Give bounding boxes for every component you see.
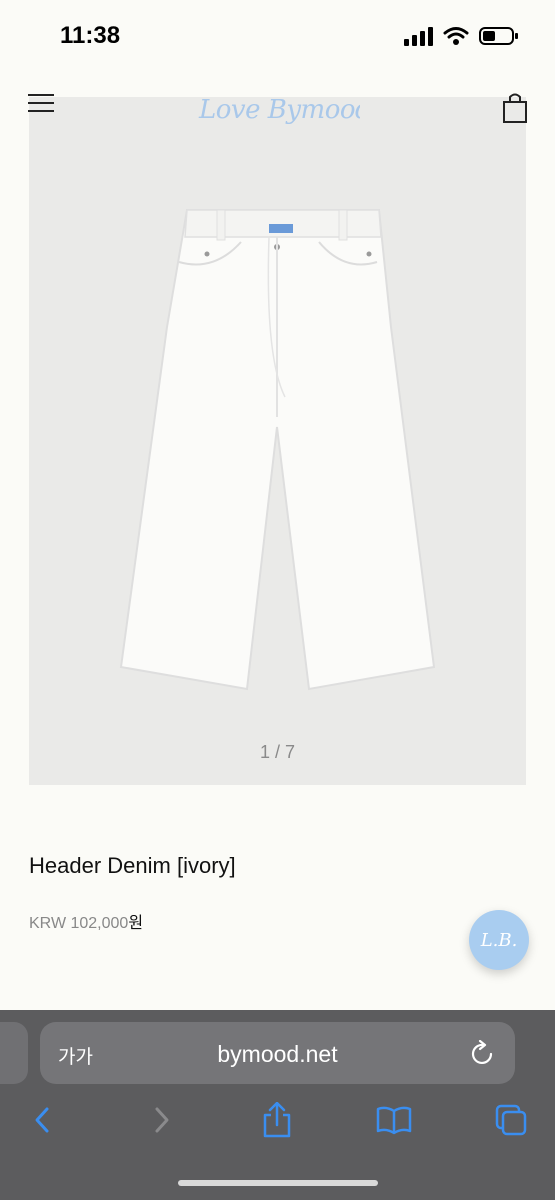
status-icons	[403, 26, 519, 46]
chat-logo-text: L.B.	[480, 929, 518, 951]
cellular-signal-icon	[404, 27, 433, 46]
reload-icon[interactable]	[470, 1040, 496, 1068]
chevron-left-icon	[35, 1107, 49, 1133]
status-time: 11:38	[60, 22, 121, 49]
wifi-icon	[443, 27, 469, 45]
home-indicator	[178, 1180, 378, 1186]
chat-button[interactable]: L.B.	[469, 910, 529, 970]
image-counter: 1 / 7	[259, 742, 296, 762]
product-image[interactable]: 1 / 7	[29, 97, 526, 785]
bookmarks-button[interactable]	[374, 1100, 414, 1140]
shopping-bag-icon[interactable]	[502, 92, 528, 124]
share-button[interactable]	[257, 1100, 297, 1140]
forward-button[interactable]	[142, 1100, 182, 1140]
price-amount: KRW 102,000	[29, 915, 129, 932]
back-button[interactable]	[22, 1100, 62, 1140]
svg-text:Love Bymood: Love Bymood	[198, 95, 360, 125]
brand-logo-graphic: Love Bymood	[198, 95, 372, 125]
share-icon	[263, 1102, 291, 1138]
product-price: KRW 102,000원	[29, 909, 143, 933]
tabs-button[interactable]	[491, 1100, 531, 1140]
product-title: Header Denim [ivory]	[29, 853, 236, 878]
pants-image	[119, 209, 436, 691]
price-currency: 원	[128, 915, 144, 932]
status-bar: 11:38	[0, 0, 555, 70]
battery-icon	[479, 27, 518, 45]
book-icon	[376, 1106, 412, 1135]
chevron-right-icon	[155, 1107, 169, 1133]
brand-logo[interactable]: Love Bymood	[195, 88, 372, 130]
tabs-icon	[495, 1104, 527, 1136]
menu-icon[interactable]	[28, 92, 54, 114]
